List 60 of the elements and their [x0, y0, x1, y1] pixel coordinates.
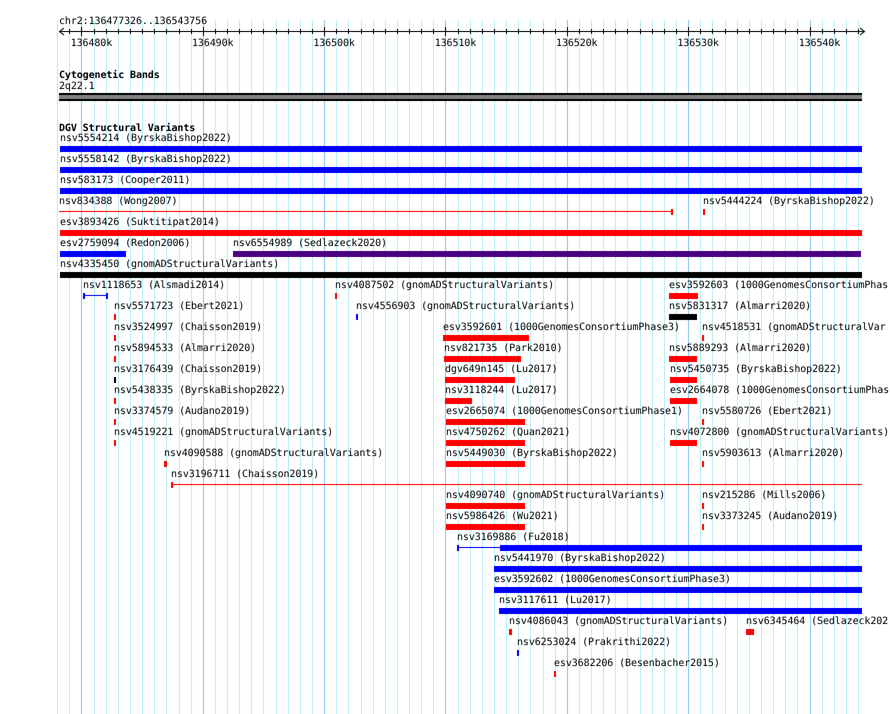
- variant-label: nsv3374579 (Audano2019): [114, 406, 250, 417]
- variant-label: nsv5444224 (ByrskaBishop2022): [703, 196, 875, 207]
- track-title: Cytogenetic Bands: [59, 70, 160, 81]
- variant-label: nsv3524997 (Chaisson2019): [114, 322, 262, 333]
- tick-label: 136520k: [556, 38, 598, 49]
- variant-label: nsv5438335 (ByrskaBishop2022): [114, 385, 286, 396]
- variant-label: nsv3117611 (Lu2017): [499, 595, 612, 606]
- variant-label: nsv3373245 (Audano2019): [702, 511, 838, 522]
- variant-label: esv2665074 (1000GenomesConsortiumPhase1): [446, 406, 683, 417]
- variant-label: nsv4087502 (gnomADStructuralVariants): [335, 280, 554, 291]
- variant-label: nsv4556903 (gnomADStructuralVariants): [356, 301, 576, 312]
- tick-label: 136510k: [434, 38, 476, 49]
- variant-label: nsv3196711 (Chaisson2019): [171, 469, 320, 480]
- position-text: chr2:136477326..136543756: [59, 16, 208, 27]
- variant-label: nsv4086043 (gnomADStructuralVariants): [509, 616, 728, 627]
- tick-label: 136540k: [798, 38, 840, 49]
- tick-label: 136490k: [192, 38, 234, 49]
- variant-label: nsv3118244 (Lu2017): [445, 385, 558, 396]
- variant-label: nsv5894533 (Almarri2020): [114, 343, 256, 354]
- variant-label: nsv5450735 (ByrskaBishop2022): [670, 364, 842, 375]
- variant-label: nsv6253024 (Prakrithi2022): [517, 637, 671, 648]
- variant-label: nsv821735 (Park2010): [444, 343, 562, 354]
- variant-label: nsv834388 (Wong2007): [59, 196, 178, 207]
- variant-label: nsv583173 (Cooper2011): [60, 175, 190, 186]
- variant-label: nsv4750262 (Quan2021): [446, 427, 570, 438]
- track-title: DGV Structural Variants: [59, 123, 196, 134]
- variant-label: dgv649n145 (Lu2017): [445, 364, 558, 375]
- variant-label: nsv5571723 (Ebert2021): [114, 301, 244, 312]
- variant-label: esv3682206 (Besenbacher2015): [554, 658, 720, 669]
- variant-label: nsv3176439 (Chaisson2019): [114, 364, 262, 375]
- band-label: 2q22.1: [59, 81, 95, 92]
- variant-label: esv3893426 (Suktitipat2014): [60, 217, 220, 228]
- variant-label: nsv5903613 (Almarri2020): [702, 448, 844, 459]
- variant-label: nsv6554989 (Sedlazeck2020): [233, 238, 387, 249]
- variant-label: esv2664078 (1000GenomesConsortiumPhas: [670, 385, 890, 396]
- variant-label: nsv5580726 (Ebert2021): [702, 406, 832, 417]
- variant-label: esv2759094 (Redon2006): [60, 238, 190, 249]
- variant-label: nsv1118653 (Alsmadi2014): [83, 280, 226, 291]
- variant-label: nsv5558142 (ByrskaBishop2022): [60, 154, 232, 165]
- variant-label: nsv5889293 (Almarri2020): [669, 343, 812, 354]
- variant-label: nsv3169886 (Fu2018): [457, 532, 570, 543]
- variant-label: nsv6345464 (Sedlazeck202: [746, 616, 888, 627]
- tick-label: 136480k: [70, 38, 112, 49]
- tick-label: 136530k: [677, 38, 719, 49]
- variant-label: esv3592603 (1000GenomesConsortiumPhas: [669, 280, 888, 291]
- variant-label: nsv4090740 (gnomADStructuralVariants): [446, 490, 666, 501]
- variant-label: nsv5986426 (Wu2021): [446, 511, 558, 522]
- variant-label: esv3592602 (1000GenomesConsortiumPhase3): [494, 574, 731, 585]
- variant-label: nsv4335450 (gnomADStructuralVariants): [60, 259, 280, 270]
- variant-label: nsv4519221 (gnomADStructuralVariants): [114, 427, 334, 438]
- variant-label: nsv5449030 (ByrskaBishop2022): [446, 448, 618, 459]
- variant-label: nsv215286 (Mills2006): [702, 490, 826, 501]
- variant-label: nsv5554214 (ByrskaBishop2022): [60, 133, 232, 144]
- variant-label: nsv4090588 (gnomADStructuralVariants): [164, 448, 384, 459]
- variant-label: nsv4072800 (gnomADStructuralVariants): [670, 427, 890, 438]
- variant-label: nsv4518531 (gnomADStructuralVar: [702, 322, 886, 333]
- tick-label: 136500k: [313, 38, 355, 49]
- variant-label: nsv5441970 (ByrskaBishop2022): [494, 553, 666, 564]
- variant-label: nsv5831317 (Almarri2020): [669, 301, 812, 312]
- variant-label: esv3592601 (1000GenomesConsortiumPhase3): [443, 322, 680, 333]
